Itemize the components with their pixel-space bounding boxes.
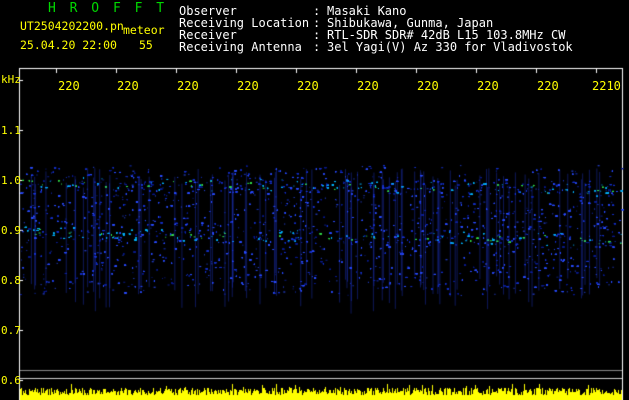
y-tick-label: 0.6 [1, 374, 21, 387]
x-tick-label: 220 [297, 79, 319, 93]
y-tick-label: 0.8 [1, 274, 21, 287]
antenna-label: Receiving Antenna [179, 40, 302, 54]
file-name-suffix: meteor [123, 23, 165, 37]
y-tick-label: 1.1 [1, 124, 21, 137]
y-tick-label: 1.0 [1, 174, 21, 187]
x-tick-label: 220 [417, 79, 439, 93]
x-tick-label: 2210 [592, 79, 621, 93]
y-tick-label: 0.9 [1, 224, 21, 237]
brand-title: H R O F F T [48, 1, 168, 16]
file-name: UT2504202200.pn [20, 19, 124, 33]
y-tick-label: 0.7 [1, 324, 21, 337]
x-tick-label: 220 [117, 79, 139, 93]
x-tick-label: 220 [177, 79, 199, 93]
x-tick-label: 220 [58, 79, 80, 93]
y-axis-unit: kHz [1, 73, 21, 86]
x-tick-label: 220 [237, 79, 259, 93]
antenna-value: 3el Yagi(V) Az 330 for Vladivostok [327, 40, 573, 54]
spectrogram-canvas [0, 0, 629, 400]
file-count: 55 [139, 38, 153, 52]
x-tick-label: 220 [537, 79, 559, 93]
antenna-sep: : [313, 40, 321, 54]
x-tick-label: 220 [357, 79, 379, 93]
x-tick-label: 220 [477, 79, 499, 93]
file-datetime: 25.04.20 22:00 [20, 38, 117, 52]
